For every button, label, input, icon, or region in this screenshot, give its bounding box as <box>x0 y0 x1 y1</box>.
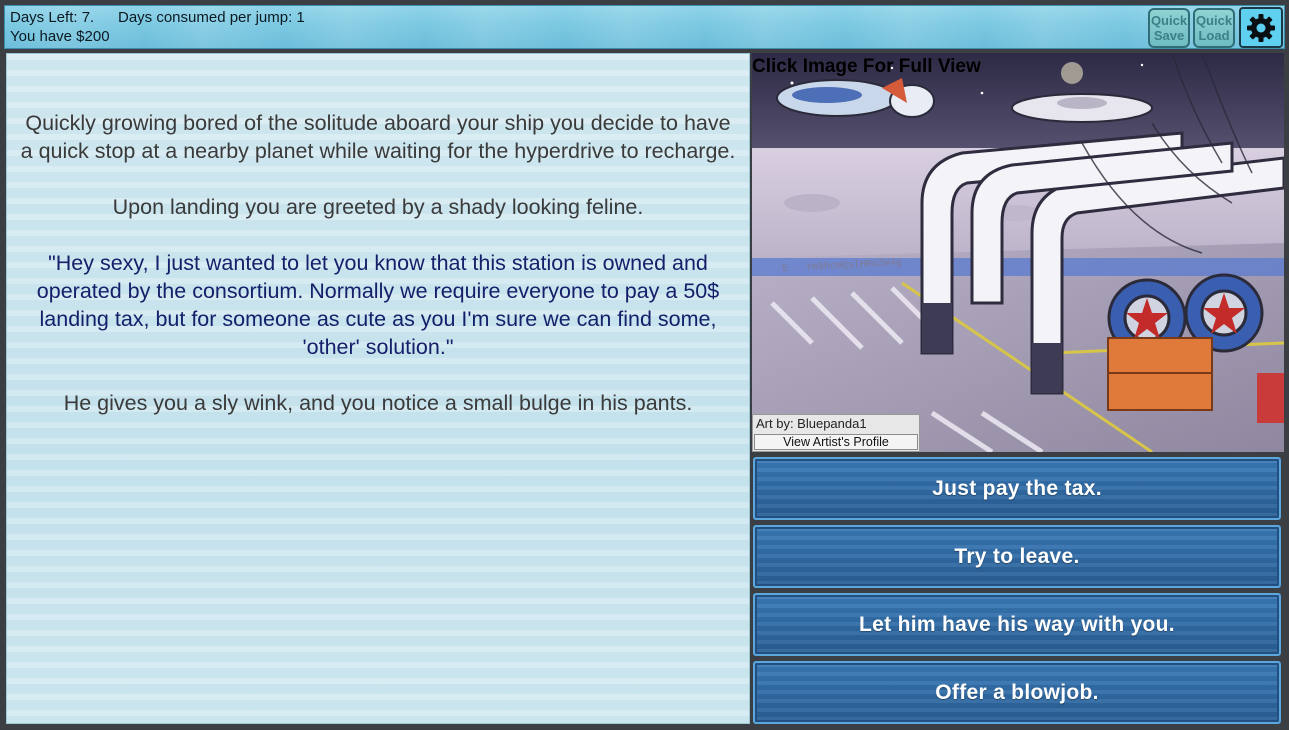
quick-save-label-line1: Quick <box>1150 13 1188 28</box>
choice-offer-blowjob-button[interactable]: Offer a blowjob. <box>753 661 1281 724</box>
choice-let-him-button[interactable]: Let him have his way with you. <box>753 593 1281 656</box>
full-view-caption: Click Image For Full View <box>752 56 981 77</box>
quick-save-button[interactable]: Quick Save <box>1148 8 1190 48</box>
settings-button[interactable] <box>1239 7 1283 48</box>
quick-save-label-line2: Save <box>1153 28 1185 43</box>
quick-load-button[interactable]: Quick Load <box>1193 8 1235 48</box>
story-paragraph: He gives you a sly wink, and you notice … <box>63 391 693 415</box>
days-left-label: Days Left: 7. <box>10 9 95 26</box>
story-paragraph: Quickly growing bored of the solitude ab… <box>20 111 736 163</box>
story-paragraph: Upon landing you are greeted by a shady … <box>112 195 644 219</box>
scene-illustration[interactable]: 5 - Ym9hcmQsIHRoZW4g Click Image For Ful… <box>752 53 1284 452</box>
gear-icon <box>1247 13 1275 42</box>
story-panel: Quickly growing bored of the solitude ab… <box>6 53 750 724</box>
money-label: You have $200 <box>10 28 110 45</box>
quick-load-label-line2: Load <box>1198 28 1230 43</box>
status-bar: Days Left: 7. Days consumed per jump: 1 … <box>4 5 1285 49</box>
artist-credit: Art by: Bluepanda1 View Artist's Profile <box>752 414 920 452</box>
days-per-jump-label: Days consumed per jump: 1 <box>118 9 305 26</box>
dialogue-quote: "Hey sexy, I just wanted to let you know… <box>36 251 720 359</box>
artist-credit-label: Art by: Bluepanda1 <box>756 416 867 431</box>
quick-load-label-line1: Quick <box>1195 13 1233 28</box>
choice-pay-tax-button[interactable]: Just pay the tax. <box>753 457 1281 520</box>
view-artist-profile-button[interactable]: View Artist's Profile <box>754 434 918 450</box>
spaceport-image: 5 - Ym9hcmQsIHRoZW4g <box>752 53 1284 452</box>
choice-try-leave-button[interactable]: Try to leave. <box>753 525 1281 588</box>
story-text: Quickly growing bored of the solitude ab… <box>7 109 749 445</box>
